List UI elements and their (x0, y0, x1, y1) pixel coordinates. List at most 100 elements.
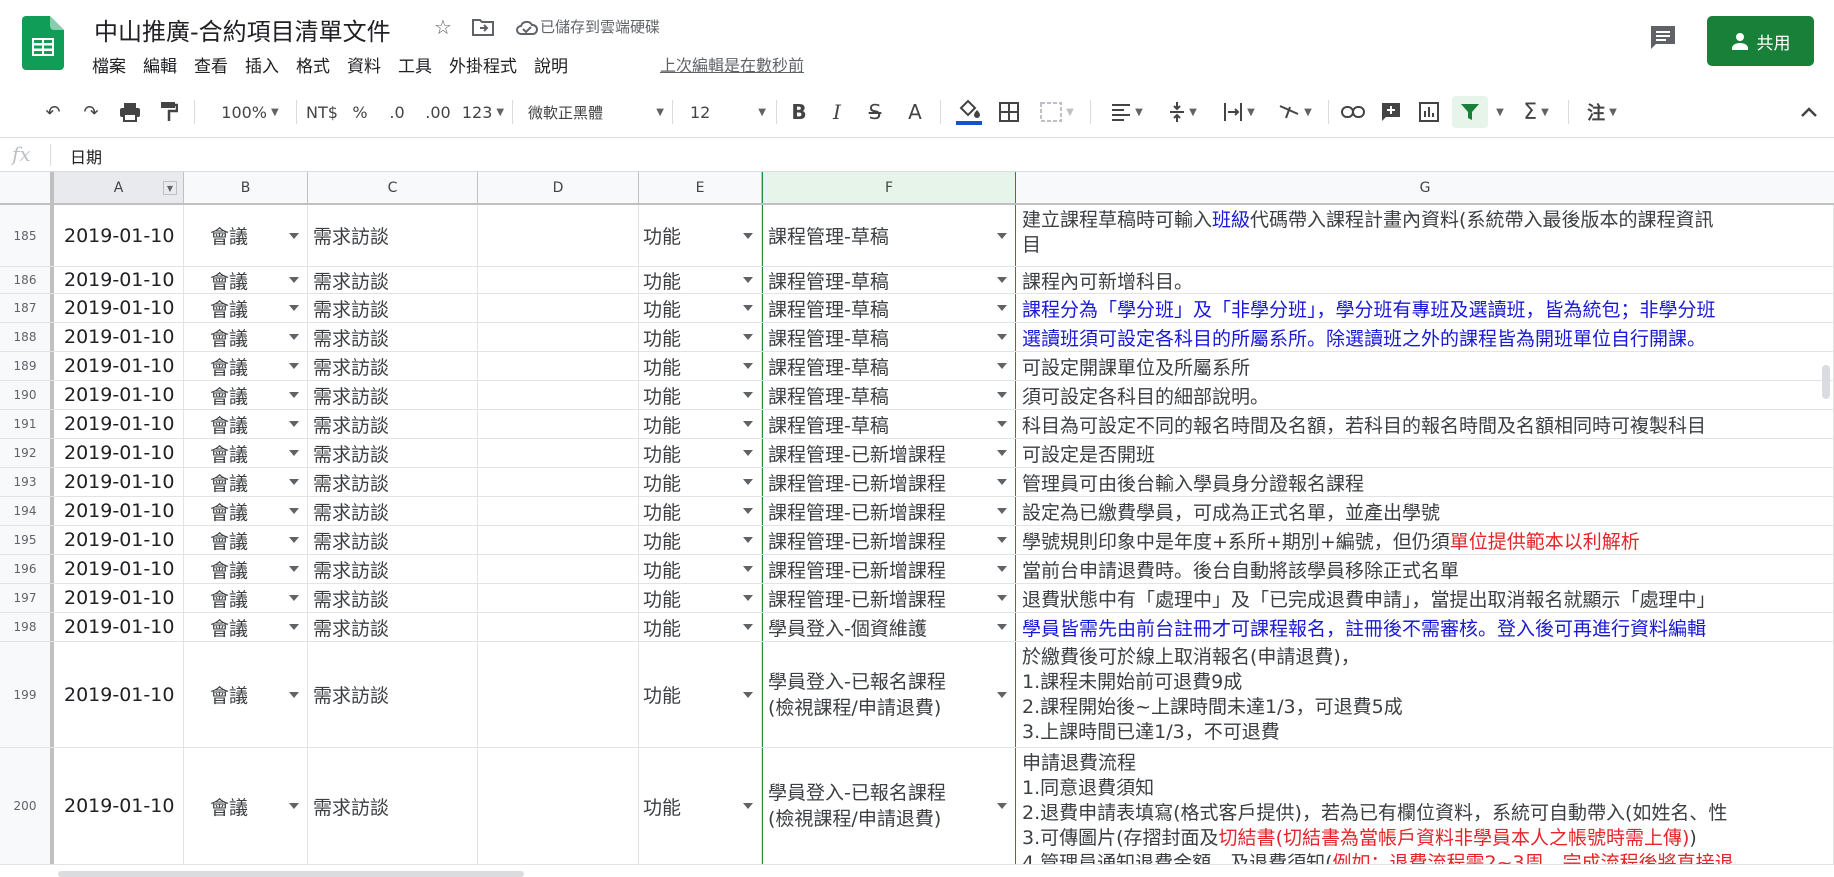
menu-tools[interactable]: 工具 (398, 52, 432, 77)
menu-view[interactable]: 查看 (194, 52, 228, 77)
type-cell[interactable]: 會議 (184, 613, 308, 641)
dropdown-arrow-icon[interactable] (743, 277, 753, 283)
dropdown-arrow-icon[interactable] (743, 305, 753, 311)
menu-edit[interactable]: 編輯 (143, 52, 177, 77)
dropdown-arrow-icon[interactable] (743, 537, 753, 543)
insert-comment-icon[interactable] (1376, 96, 1406, 128)
dropdown-arrow-icon[interactable] (743, 479, 753, 485)
dropdown-arrow-icon[interactable] (289, 537, 299, 543)
category-cell[interactable]: 功能 (639, 468, 762, 496)
borders-icon[interactable] (994, 96, 1024, 128)
empty-cell[interactable] (478, 323, 639, 351)
dropdown-arrow-icon[interactable] (743, 334, 753, 340)
module-cell[interactable]: 課程管理-草稿 (762, 352, 1016, 380)
module-cell[interactable]: 課程管理-已新增課程 (762, 439, 1016, 467)
source-cell[interactable]: 需求訪談 (308, 642, 478, 747)
row-header[interactable]: 193 (0, 468, 54, 496)
text-wrapping-icon[interactable]: ▼ (1216, 96, 1262, 128)
date-cell[interactable]: 2019-01-10 (54, 410, 184, 438)
source-cell[interactable]: 需求訪談 (308, 526, 478, 554)
type-cell[interactable]: 會議 (184, 642, 308, 747)
number-format-select[interactable]: 123 ▼ (460, 96, 506, 128)
row-header[interactable]: 196 (0, 555, 54, 583)
description-cell[interactable]: 於繳費後可於線上取消報名(申請退費)， 1.課程未開始前可退費9成 2.課程開始後~… (1016, 642, 1834, 747)
column-header-e[interactable]: E (639, 172, 762, 203)
dropdown-arrow-icon[interactable] (289, 392, 299, 398)
dropdown-arrow-icon[interactable] (743, 421, 753, 427)
print-icon[interactable] (114, 96, 146, 128)
zoom-select[interactable]: 100% ▼ (212, 96, 288, 128)
dropdown-arrow-icon[interactable] (743, 595, 753, 601)
column-header-c[interactable]: C (308, 172, 478, 203)
category-cell[interactable]: 功能 (639, 294, 762, 322)
column-header-g[interactable]: G (1016, 172, 1834, 203)
percent-format-button[interactable]: % (348, 96, 372, 128)
star-icon[interactable]: ☆ (430, 14, 456, 40)
filter-caret-icon[interactable]: ▼ (163, 181, 177, 195)
font-select[interactable]: 微軟正黑體 ▼ (528, 96, 664, 128)
description-cell[interactable]: 退費狀態中有「處理中」及「已完成退費申請」，當提出取消報名就顯示「處理中」 (1016, 584, 1834, 612)
dropdown-arrow-icon[interactable] (997, 691, 1007, 698)
formula-input[interactable]: 日期 (70, 144, 102, 168)
dropdown-arrow-icon[interactable] (997, 537, 1007, 543)
strikethrough-icon[interactable]: S (860, 96, 890, 128)
description-cell[interactable]: 管理員可由後台輸入學員身分證報名課程 (1016, 468, 1834, 496)
type-cell[interactable]: 會議 (184, 468, 308, 496)
menu-addons[interactable]: 外掛程式 (449, 52, 517, 77)
empty-cell[interactable] (478, 294, 639, 322)
source-cell[interactable]: 需求訪談 (308, 439, 478, 467)
column-header-b[interactable]: B (184, 172, 308, 203)
category-cell[interactable]: 功能 (639, 642, 762, 747)
source-cell[interactable]: 需求訪談 (308, 555, 478, 583)
empty-cell[interactable] (478, 555, 639, 583)
description-cell[interactable]: 選讀班須可設定各科目的所屬系所。除選讀班之外的課程皆為開班單位自行開課。 (1016, 323, 1834, 351)
notes-button[interactable]: 注 ▼ (1582, 96, 1622, 128)
share-button[interactable]: 共用 (1707, 16, 1814, 66)
redo-icon[interactable]: ↷ (76, 96, 106, 128)
description-cell[interactable]: 可設定是否開班 (1016, 439, 1834, 467)
dropdown-arrow-icon[interactable] (289, 277, 299, 283)
type-cell[interactable]: 會議 (184, 748, 308, 864)
module-cell[interactable]: 學員登入-已報名課程 (檢視課程/申請退費) (762, 642, 1016, 747)
row-header[interactable]: 194 (0, 497, 54, 525)
dropdown-arrow-icon[interactable] (289, 803, 299, 809)
dropdown-arrow-icon[interactable] (997, 595, 1007, 601)
row-header[interactable]: 186 (0, 267, 54, 293)
insert-chart-icon[interactable] (1414, 96, 1444, 128)
currency-format-button[interactable]: NT$ (302, 96, 342, 128)
row-header[interactable]: 198 (0, 613, 54, 641)
dropdown-arrow-icon[interactable] (997, 803, 1007, 809)
row-header[interactable]: 189 (0, 352, 54, 380)
description-cell[interactable]: 課程內可新增科目。 (1016, 267, 1834, 293)
module-cell[interactable]: 課程管理-草稿 (762, 294, 1016, 322)
source-cell[interactable]: 需求訪談 (308, 267, 478, 293)
date-cell[interactable]: 2019-01-10 (54, 381, 184, 409)
date-cell[interactable]: 2019-01-10 (54, 323, 184, 351)
link-icon[interactable] (1338, 96, 1368, 128)
type-cell[interactable]: 會議 (184, 352, 308, 380)
type-cell[interactable]: 會議 (184, 267, 308, 293)
italic-icon[interactable]: I (822, 96, 852, 128)
column-header-a[interactable]: A ▼ (54, 172, 184, 203)
font-size-select[interactable]: 12 ▼ (690, 96, 766, 128)
category-cell[interactable]: 功能 (639, 323, 762, 351)
menu-data[interactable]: 資料 (347, 52, 381, 77)
dropdown-arrow-icon[interactable] (743, 624, 753, 630)
source-cell[interactable]: 需求訪談 (308, 205, 478, 266)
comment-icon[interactable] (1648, 24, 1678, 52)
module-cell[interactable]: 課程管理-已新增課程 (762, 468, 1016, 496)
date-cell[interactable]: 2019-01-10 (54, 555, 184, 583)
description-cell[interactable]: 設定為已繳費學員，可成為正式名單，並產出學號 (1016, 497, 1834, 525)
empty-cell[interactable] (478, 613, 639, 641)
source-cell[interactable]: 需求訪談 (308, 748, 478, 864)
column-header-f[interactable]: F (762, 172, 1016, 203)
empty-cell[interactable] (478, 642, 639, 747)
row-header[interactable]: 199 (0, 642, 54, 747)
dropdown-arrow-icon[interactable] (289, 421, 299, 427)
date-cell[interactable]: 2019-01-10 (54, 748, 184, 864)
dropdown-arrow-icon[interactable] (997, 363, 1007, 369)
dropdown-arrow-icon[interactable] (997, 479, 1007, 485)
dropdown-arrow-icon[interactable] (289, 334, 299, 340)
date-cell[interactable]: 2019-01-10 (54, 497, 184, 525)
category-cell[interactable]: 功能 (639, 352, 762, 380)
